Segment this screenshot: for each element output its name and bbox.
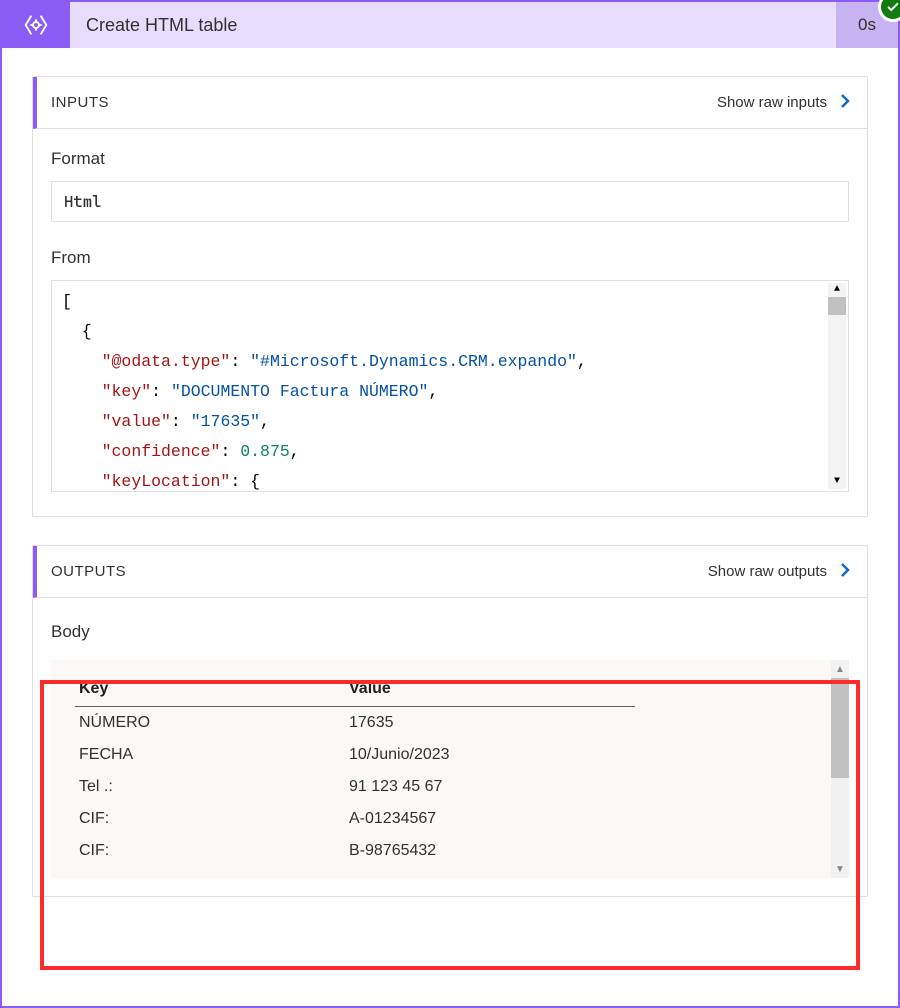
- table-row: FECHA10/Junio/2023: [75, 739, 635, 771]
- outputs-panel: OUTPUTS Show raw outputs Body Key Value: [32, 545, 868, 897]
- table-cell-value: 10/Junio/2023: [345, 739, 635, 771]
- scroll-up-arrow-icon[interactable]: ▲: [828, 283, 846, 297]
- outputs-title: OUTPUTS: [51, 563, 126, 580]
- chevron-right-icon: [837, 93, 853, 113]
- table-col-key: Key: [75, 674, 345, 707]
- output-table: Key Value NÚMERO17635FECHA10/Junio/2023T…: [75, 674, 635, 867]
- table-cell-value: A-01234567: [345, 803, 635, 835]
- table-row: Tel .:91 123 45 67: [75, 771, 635, 803]
- step-header: Create HTML table 0s: [2, 2, 898, 48]
- table-cell-value: B-98765432: [345, 835, 635, 867]
- body-label: Body: [51, 622, 849, 642]
- scroll-down-arrow-icon[interactable]: ▼: [831, 860, 849, 878]
- table-cell-value: 17635: [345, 707, 635, 740]
- inputs-title: INPUTS: [51, 94, 109, 111]
- table-row: CIF:A-01234567: [75, 803, 635, 835]
- show-raw-inputs-button[interactable]: Show raw inputs: [717, 93, 853, 113]
- table-cell-key: CIF:: [75, 803, 345, 835]
- inputs-panel: INPUTS Show raw inputs Format Html From …: [32, 76, 868, 517]
- scroll-down-arrow-icon[interactable]: ▼: [828, 475, 846, 489]
- step-title: Create HTML table: [70, 2, 836, 48]
- scrollbar-thumb[interactable]: [828, 297, 846, 315]
- table-cell-value: 91 123 45 67: [345, 771, 635, 803]
- show-raw-outputs-button[interactable]: Show raw outputs: [708, 562, 853, 582]
- inputs-panel-header: INPUTS Show raw inputs: [33, 77, 867, 129]
- format-value: Html: [51, 181, 849, 222]
- table-row: NÚMERO17635: [75, 707, 635, 740]
- show-raw-outputs-label: Show raw outputs: [708, 563, 827, 580]
- show-raw-inputs-label: Show raw inputs: [717, 94, 827, 111]
- table-col-value: Value: [345, 674, 635, 707]
- scroll-up-arrow-icon[interactable]: ▲: [831, 660, 849, 678]
- scrollbar-thumb[interactable]: [831, 678, 849, 778]
- table-cell-key: CIF:: [75, 835, 345, 867]
- outputs-panel-header: OUTPUTS Show raw outputs: [33, 546, 867, 598]
- from-json-preview[interactable]: [ { "@odata.type": "#Microsoft.Dynamics.…: [51, 280, 849, 492]
- body-preview[interactable]: Key Value NÚMERO17635FECHA10/Junio/2023T…: [51, 660, 849, 878]
- chevron-right-icon: [837, 562, 853, 582]
- table-cell-key: NÚMERO: [75, 707, 345, 740]
- format-label: Format: [51, 149, 849, 169]
- table-cell-key: Tel .:: [75, 771, 345, 803]
- table-cell-key: FECHA: [75, 739, 345, 771]
- table-row: CIF:B-98765432: [75, 835, 635, 867]
- from-label: From: [51, 248, 849, 268]
- data-operations-icon: [2, 2, 70, 48]
